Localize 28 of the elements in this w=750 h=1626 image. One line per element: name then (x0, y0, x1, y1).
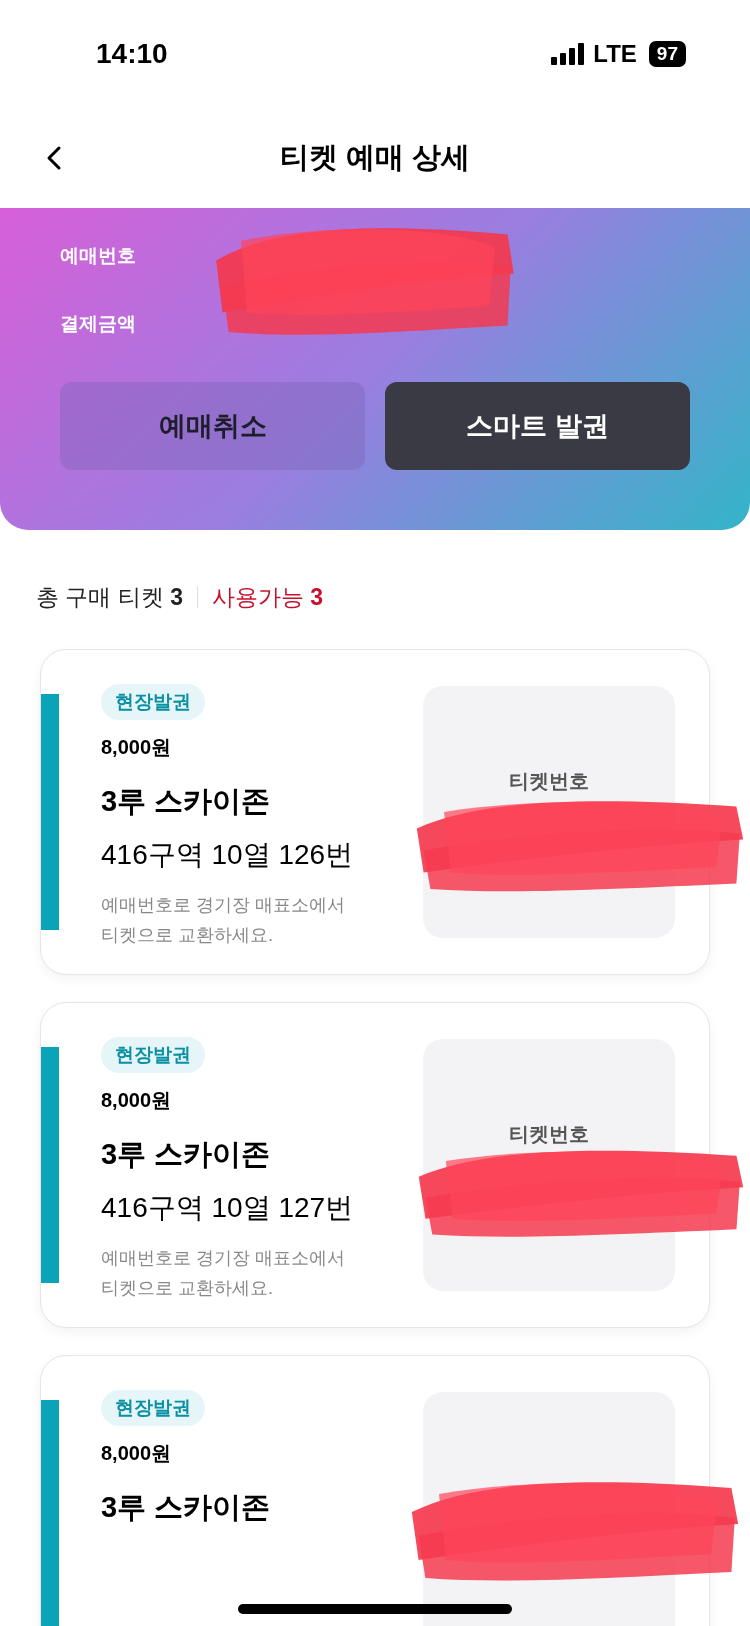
field-label: 결제금액 (60, 312, 137, 336)
issue-badge: 현장발권 (101, 683, 205, 720)
action-button[interactable]: 예매취소 (60, 382, 365, 470)
action-button[interactable]: 스마트 발권 (385, 382, 690, 470)
ticket-note: 티켓으로 교환하세요. (101, 1276, 274, 1300)
ticket-number-label: 티켓번호 (509, 1121, 589, 1147)
status-time: 14:10 (96, 37, 168, 71)
battery-indicator: 97 (648, 41, 686, 67)
ticket-zone: 3루 스카이존 (101, 784, 271, 819)
signal-icon (551, 43, 586, 65)
network-label: LTE (593, 39, 637, 69)
ticket-note: 티켓으로 교환하세요. (101, 923, 274, 947)
ticket-price: 8,000원 (101, 1441, 172, 1466)
usable-tickets-label: 사용가능 3 (211, 583, 324, 612)
ticket-zone: 3루 스카이존 (101, 1490, 271, 1525)
field-label: 예매번호 (60, 244, 137, 268)
issue-badge: 현장발권 (101, 1389, 205, 1426)
ticket-number-label: 티켓번호 (509, 768, 589, 794)
ticket-seat: 416구역 10열 127번 (101, 1186, 354, 1229)
total-tickets-label: 총 구매 티켓 3 (36, 583, 183, 612)
page-title: 티켓 예매 상세 (279, 140, 471, 176)
issue-badge: 현장발권 (101, 1036, 205, 1073)
ticket-price: 8,000원 (101, 735, 172, 760)
ticket-seat: 416구역 10열 126번 (101, 833, 354, 876)
ticket-zone: 3루 스카이존 (101, 1137, 271, 1172)
ticket-note: 예매번호로 경기장 매표소에서 (101, 1246, 345, 1270)
ticket-price: 8,000원 (101, 1088, 172, 1113)
ticket-note: 예매번호로 경기장 매표소에서 (101, 893, 345, 917)
